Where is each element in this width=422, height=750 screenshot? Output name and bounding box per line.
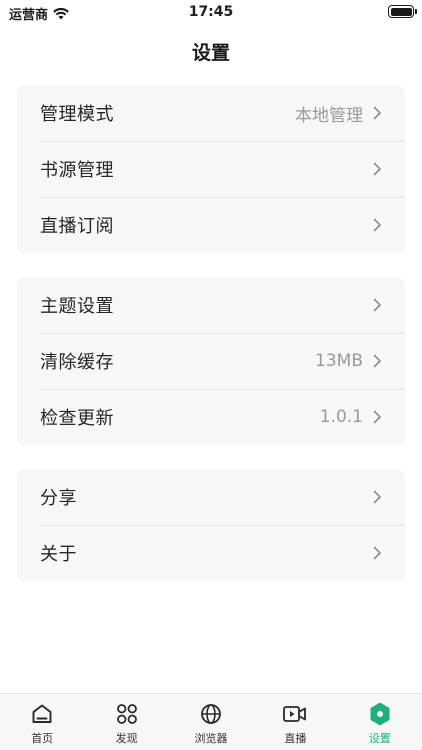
chevron-right-icon [373, 490, 383, 504]
status-bar: 运营商 17:45 [0, 0, 422, 24]
row-value: 本地管理 [295, 105, 363, 126]
row-label: 管理模式 [40, 104, 114, 125]
row-label: 直播订阅 [40, 216, 114, 237]
settings-group-general: 管理模式 本地管理 书源管理 直播订阅 [17, 85, 405, 253]
tab-browser[interactable]: 浏览器 [169, 694, 253, 746]
tab-label: 设置 [368, 732, 391, 745]
tab-bar: 首页 发现 浏览器 直播 设置 [0, 693, 422, 750]
tab-live[interactable]: 直播 [253, 694, 337, 746]
settings-group-app: 主题设置 清除缓存 13MB 检查更新 1.0.1 [17, 277, 405, 445]
chevron-right-icon [373, 298, 383, 312]
battery-icon [388, 5, 417, 18]
row-source-manage[interactable]: 书源管理 [17, 141, 405, 197]
home-icon [28, 700, 56, 728]
tab-label: 发现 [115, 732, 138, 745]
row-about[interactable]: 关于 [17, 525, 405, 581]
tab-discover[interactable]: 发现 [85, 694, 169, 746]
row-share[interactable]: 分享 [17, 469, 405, 525]
tab-label: 直播 [284, 732, 307, 745]
row-check-update[interactable]: 检查更新 1.0.1 [17, 389, 405, 445]
status-time: 17:45 [188, 4, 234, 20]
tab-label: 首页 [31, 732, 54, 745]
globe-icon [197, 700, 225, 728]
tab-label: 浏览器 [194, 732, 228, 745]
settings-icon [366, 700, 394, 728]
row-label: 主题设置 [40, 296, 114, 317]
chevron-right-icon [373, 218, 383, 232]
row-theme-settings[interactable]: 主题设置 [17, 277, 405, 333]
chevron-right-icon [373, 546, 383, 560]
tab-settings[interactable]: 设置 [338, 694, 422, 746]
row-manage-mode[interactable]: 管理模式 本地管理 [17, 85, 405, 141]
video-icon [281, 700, 309, 728]
row-clear-cache[interactable]: 清除缓存 13MB [17, 333, 405, 389]
row-label: 书源管理 [40, 160, 114, 181]
chevron-right-icon [373, 162, 383, 176]
chevron-right-icon [373, 106, 383, 120]
row-value: 13MB [315, 351, 363, 371]
chevron-right-icon [373, 354, 383, 368]
discover-icon [113, 700, 141, 728]
chevron-right-icon [373, 410, 383, 424]
row-label: 分享 [40, 488, 77, 509]
row-label: 清除缓存 [40, 352, 114, 373]
row-live-subscribe[interactable]: 直播订阅 [17, 197, 405, 253]
row-label: 关于 [40, 544, 77, 565]
settings-group-about: 分享 关于 [17, 469, 405, 581]
tab-home[interactable]: 首页 [0, 694, 84, 746]
row-label: 检查更新 [40, 408, 114, 429]
page-title: 设置 [191, 42, 230, 64]
row-value: 1.0.1 [319, 407, 363, 427]
